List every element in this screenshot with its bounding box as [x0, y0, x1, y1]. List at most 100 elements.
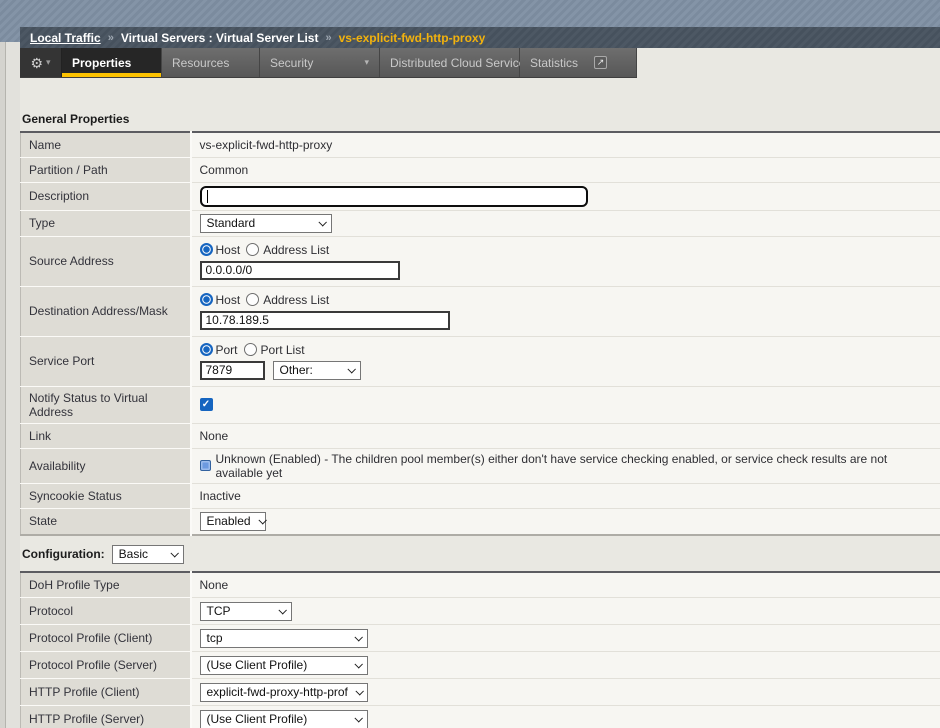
table-row: Availability Unknown (Enabled) - The chi…: [21, 448, 940, 483]
protocol-profile-server-select[interactable]: (Use Client Profile): [200, 656, 368, 675]
row-label: Name: [21, 132, 191, 157]
row-label: State: [21, 508, 191, 535]
row-label: Protocol: [21, 598, 191, 625]
destination-host-radio[interactable]: Host: [200, 293, 241, 307]
row-label: Protocol Profile (Client): [21, 625, 191, 652]
type-select-value: Standard: [207, 216, 256, 230]
breadcrumb-current: vs-explicit-fwd-http-proxy: [339, 31, 486, 45]
left-rail: [0, 42, 20, 728]
destination-address-input[interactable]: [200, 311, 450, 330]
http-profile-server-value: (Use Client Profile): [207, 712, 308, 726]
row-label: Description: [21, 182, 191, 210]
service-port-select-value: Other:: [280, 363, 313, 377]
row-label: Syncookie Status: [21, 483, 191, 508]
table-row: Protocol TCP: [21, 598, 940, 625]
state-select[interactable]: Enabled: [200, 512, 266, 531]
radio-icon: [200, 243, 213, 256]
breadcrumb-separator: »: [108, 32, 114, 44]
table-row: DoH Profile Type None: [21, 572, 940, 598]
tab-properties[interactable]: Properties: [62, 48, 162, 77]
tab-statistics[interactable]: Statistics ↗: [520, 48, 637, 77]
radio-label: Host: [216, 243, 241, 257]
row-label: Service Port: [21, 336, 191, 386]
service-port-select[interactable]: Other:: [273, 361, 361, 380]
table-row: Destination Address/Mask Host Address Li…: [21, 286, 940, 336]
tab-resources[interactable]: Resources: [162, 48, 260, 77]
service-port-input[interactable]: [200, 361, 265, 380]
row-label: HTTP Profile (Server): [21, 706, 191, 728]
tab-label: Distributed Cloud Services: [390, 56, 531, 70]
row-label: Source Address: [21, 236, 191, 286]
source-address-list-radio[interactable]: Address List: [246, 243, 329, 257]
protocol-select[interactable]: TCP: [200, 602, 292, 621]
breadcrumb-separator: »: [325, 32, 331, 44]
row-label: Partition / Path: [21, 157, 191, 182]
syncookie-value: Inactive: [200, 489, 241, 503]
radio-label: Port List: [261, 343, 305, 357]
table-row: Source Address Host Address List: [21, 236, 940, 286]
description-input[interactable]: [200, 186, 588, 207]
table-row: Service Port Port Port List: [21, 336, 940, 386]
breadcrumb-link-local-traffic[interactable]: Local Traffic: [30, 31, 101, 45]
general-properties-table: Name vs-explicit-fwd-http-proxy Partitio…: [20, 131, 940, 536]
table-row: HTTP Profile (Client) explicit-fwd-proxy…: [21, 679, 940, 706]
table-row: Syncookie Status Inactive: [21, 483, 940, 508]
http-profile-client-select[interactable]: explicit-fwd-proxy-http-prof: [200, 683, 368, 702]
source-address-input[interactable]: [200, 261, 400, 280]
radio-icon: [246, 243, 259, 256]
row-label: Link: [21, 423, 191, 448]
radio-icon: [246, 293, 259, 306]
masthead: Local Traffic » Virtual Servers : Virtua…: [0, 0, 940, 48]
protocol-profile-client-select[interactable]: tcp: [200, 629, 368, 648]
table-row: Protocol Profile (Server) (Use Client Pr…: [21, 652, 940, 679]
status-unknown-icon: [200, 460, 211, 471]
table-row: Type Standard: [21, 210, 940, 236]
tab-label: Properties: [72, 56, 131, 70]
configuration-heading-label: Configuration:: [22, 547, 105, 561]
radio-label: Port: [216, 343, 238, 357]
destination-address-list-radio[interactable]: Address List: [246, 293, 329, 307]
table-row: Partition / Path Common: [21, 157, 940, 182]
protocol-profile-client-value: tcp: [207, 631, 223, 645]
configuration-mode-select[interactable]: Basic: [112, 545, 184, 564]
radio-icon: [244, 343, 257, 356]
port-list-radio[interactable]: Port List: [244, 343, 305, 357]
settings-menu-button[interactable]: ⚙ ▾: [20, 48, 62, 77]
configuration-mode-value: Basic: [119, 547, 148, 561]
doh-profile-value: None: [200, 578, 229, 592]
chevron-down-icon: [170, 549, 178, 557]
radio-label: Address List: [263, 293, 329, 307]
port-radio[interactable]: Port: [200, 343, 238, 357]
table-row: Link None: [21, 423, 940, 448]
notify-status-checkbox[interactable]: ✓: [200, 398, 213, 411]
name-value: vs-explicit-fwd-http-proxy: [200, 138, 333, 152]
row-label: Notify Status to Virtual Address: [21, 386, 191, 423]
breadcrumb: Local Traffic » Virtual Servers : Virtua…: [20, 27, 940, 48]
type-select[interactable]: Standard: [200, 214, 332, 233]
row-label: Destination Address/Mask: [21, 286, 191, 336]
row-label: HTTP Profile (Client): [21, 679, 191, 706]
chevron-down-icon: [354, 714, 362, 722]
chevron-down-icon: [347, 365, 355, 373]
main-content: General Properties Name vs-explicit-fwd-…: [20, 112, 940, 728]
chevron-down-icon: ▾: [46, 58, 51, 67]
chevron-down-icon: [258, 516, 266, 524]
chevron-down-icon: [318, 218, 326, 226]
tab-distributed-cloud-services[interactable]: Distributed Cloud Services: [380, 48, 520, 77]
table-row: Notify Status to Virtual Address ✓: [21, 386, 940, 423]
chevron-down-icon: [354, 633, 362, 641]
gear-icon: ⚙: [30, 56, 43, 70]
protocol-select-value: TCP: [207, 604, 231, 618]
configuration-table: DoH Profile Type None Protocol TCP Proto…: [20, 571, 940, 728]
tab-security[interactable]: Security ▾: [260, 48, 380, 77]
tab-label: Security: [270, 56, 313, 70]
configuration-heading: Configuration: Basic: [22, 544, 940, 565]
http-profile-server-select[interactable]: (Use Client Profile): [200, 710, 368, 728]
radio-icon: [200, 343, 213, 356]
partition-value: Common: [200, 163, 249, 177]
radio-label: Address List: [263, 243, 329, 257]
radio-label: Host: [216, 293, 241, 307]
popout-icon[interactable]: ↗: [594, 56, 607, 69]
source-host-radio[interactable]: Host: [200, 243, 241, 257]
table-row: Description: [21, 182, 940, 210]
